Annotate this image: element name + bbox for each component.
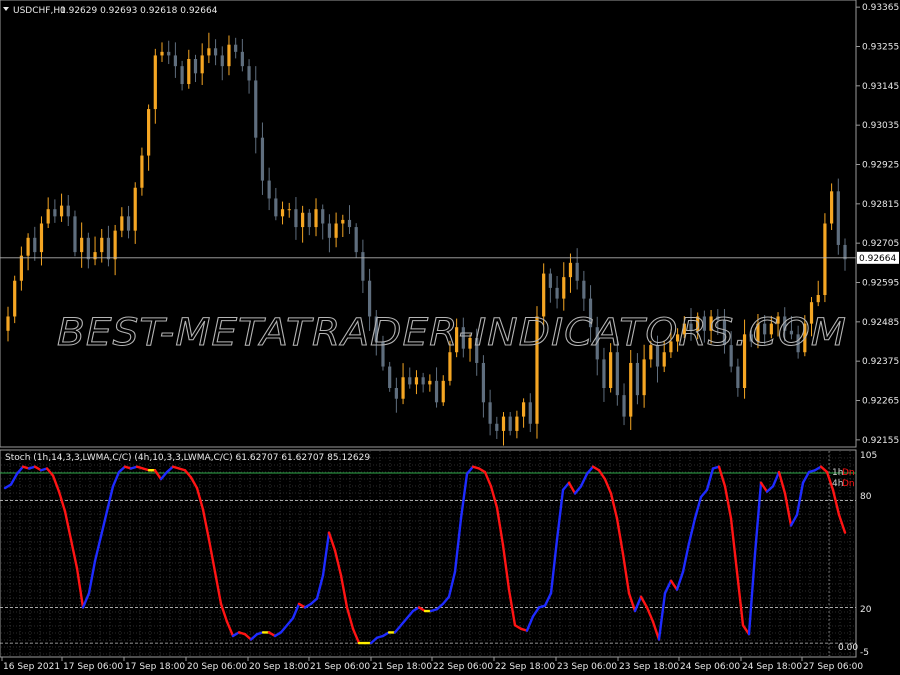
time-tick-label: 20 Sep 18:00	[249, 662, 309, 672]
time-tick-label: 21 Sep 18:00	[372, 662, 432, 672]
indicator-caption: Stoch (1h,14,3,3,LWMA,C/C) (4h,10,3,3,LW…	[5, 453, 370, 463]
chart-caption: USDCHF,H1 0.92629 0.92693 0.92618 0.9266…	[3, 6, 218, 16]
price-axis: 0.93365 0.93255 0.93145 0.93035 0.92925 0.928…	[856, 3, 899, 446]
price-chart[interactable]: BEST-METATRADER-INDICATORS.COM USDCHF,H1…	[0, 0, 900, 675]
time-tick-label: 16 Sep 2021	[3, 662, 60, 672]
time-tick-label: 21 Sep 06:00	[310, 662, 370, 672]
price-tick-label: 0.92155	[862, 436, 899, 446]
price-tick-label: 0.92485	[862, 318, 899, 328]
level-105: 105	[860, 451, 877, 461]
level-80: 80	[860, 492, 872, 502]
level-20: 20	[860, 605, 872, 615]
time-tick-label: 23 Sep 06:00	[557, 662, 617, 672]
time-axis: 16 Sep 2021 17 Sep 06:00 17 Sep 18:00 20 Se…	[1, 657, 863, 672]
time-tick-label: 20 Sep 06:00	[187, 662, 247, 672]
price-tick-label: 0.92815	[862, 200, 899, 210]
time-tick-label: 24 Sep 18:00	[742, 662, 802, 672]
price-tick-label: 0.92925	[862, 160, 899, 170]
time-tick-label: 23 Sep 18:00	[619, 662, 679, 672]
price-tick-label: 0.92265	[862, 397, 899, 407]
watermark: BEST-METATRADER-INDICATORS.COM	[57, 311, 847, 355]
time-tick-label: 22 Sep 18:00	[495, 662, 555, 672]
current-price-label: 0.92664	[859, 254, 896, 264]
symbol-label: USDCHF,H1	[13, 6, 66, 16]
indicator-window[interactable]: Stoch (1h,14,3,3,LWMA,C/C) (4h,10,3,3,LW…	[0, 449, 857, 658]
price-tick-label: 0.92705	[862, 239, 899, 249]
time-tick-label: 24 Sep 06:00	[680, 662, 740, 672]
candle	[73, 210, 77, 257]
label-1h-direction: Dn	[842, 468, 855, 478]
watermark-text: BEST-METATRADER-INDICATORS.COM	[57, 311, 847, 354]
price-tick-label: 0.92595	[862, 279, 899, 289]
main-window[interactable]: BEST-METATRADER-INDICATORS.COM USDCHF,H1…	[0, 0, 857, 448]
time-tick-label: 17 Sep 06:00	[63, 662, 123, 672]
price-tick-label: 0.93255	[862, 42, 899, 52]
ohlc-values: 0.92629 0.92693 0.92618 0.92664	[60, 6, 218, 16]
timeframe-labels: 1h Dn 4h Dn	[832, 468, 855, 489]
level-0: 0.00	[838, 643, 858, 653]
price-tick-label: 0.92375	[862, 357, 899, 367]
candle	[13, 275, 17, 324]
price-tick-label: 0.93145	[862, 82, 899, 92]
level-minus5: -5	[860, 648, 869, 658]
time-tick-label: 22 Sep 06:00	[433, 662, 493, 672]
price-tick-label: 0.93365	[862, 3, 899, 13]
label-4h-direction: Dn	[842, 479, 855, 489]
price-tick-label: 0.93035	[862, 121, 899, 131]
time-tick-label: 27 Sep 06:00	[803, 662, 863, 672]
time-tick-label: 17 Sep 18:00	[125, 662, 185, 672]
